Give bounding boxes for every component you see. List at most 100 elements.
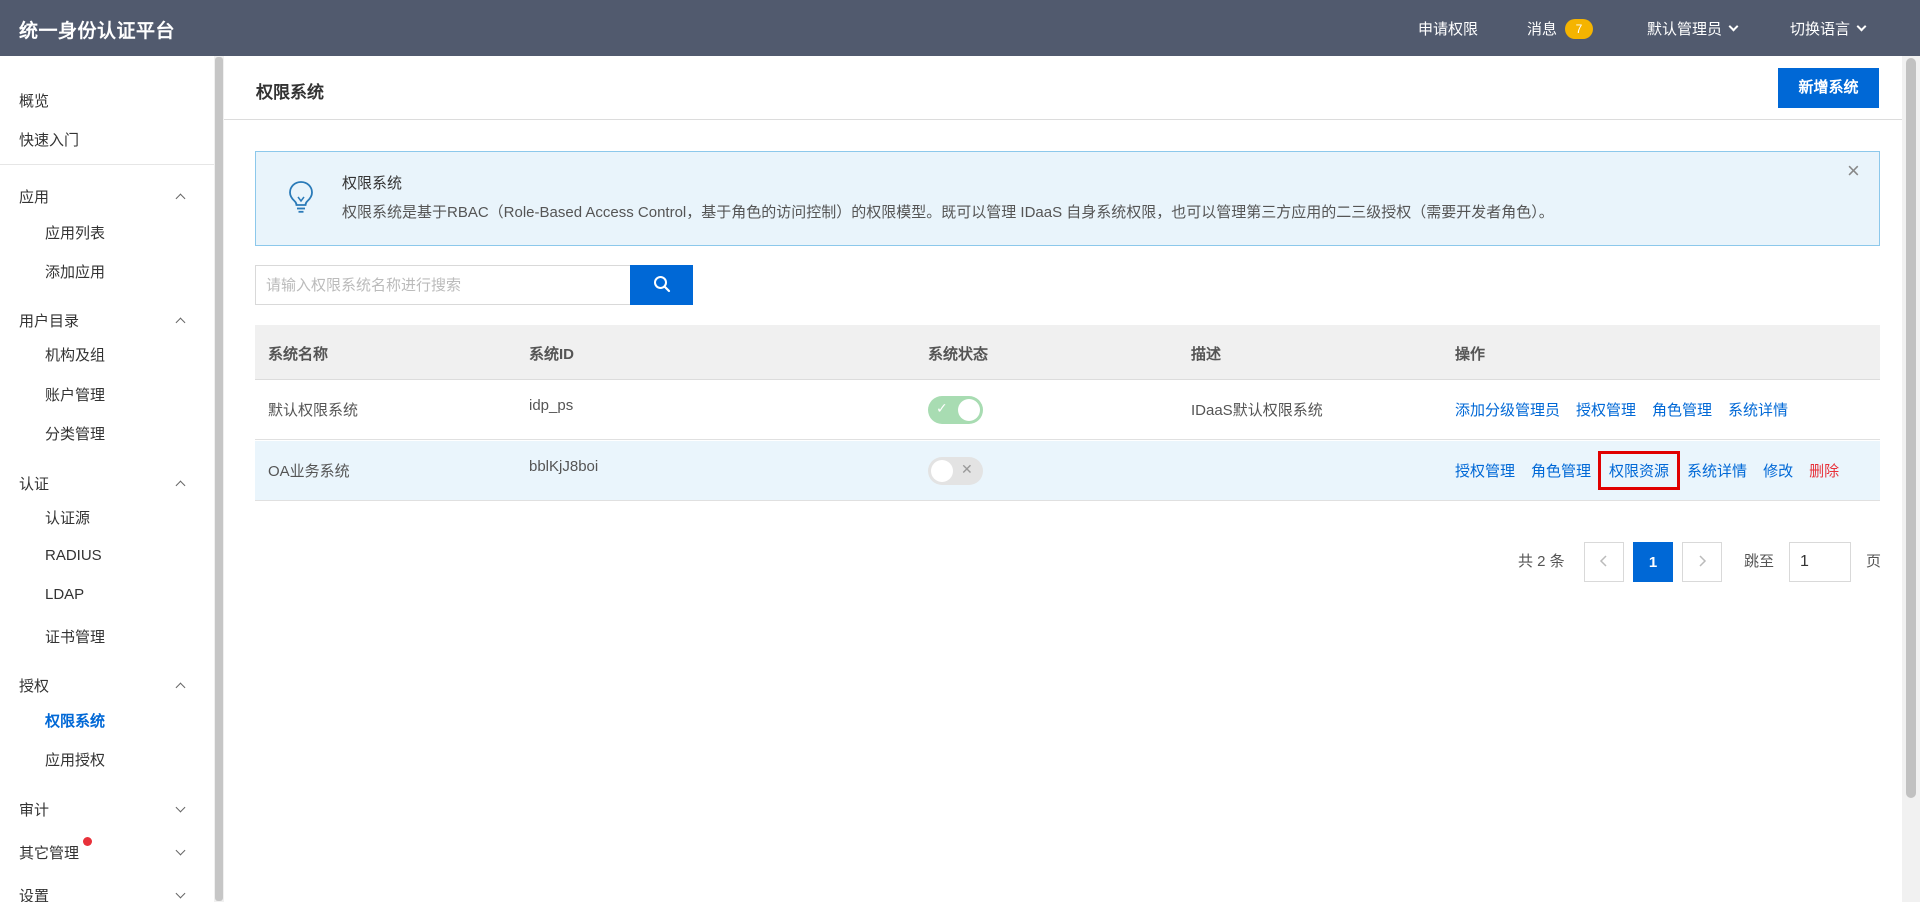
chevron-up-icon (175, 193, 186, 204)
column-header-id: 系统ID (529, 346, 575, 363)
sidebar-group-label: 应用 (19, 189, 50, 206)
table-row: OA业务系统 bblKjJ8boi ✕ 授权管理 角色管理 权限资源 系统详情 … (255, 441, 1880, 501)
system-detail-link[interactable]: 系统详情 (1687, 460, 1747, 481)
alert-title: 权限系统 (342, 175, 403, 192)
sidebar-group-label: 设置 (19, 888, 50, 902)
sidebar-group-directory[interactable]: 用户目录 (19, 310, 186, 331)
column-header-name: 系统名称 (268, 346, 329, 363)
toggle-knob (931, 460, 953, 482)
chevron-down-icon (1728, 21, 1739, 31)
jump-page-input[interactable] (1789, 542, 1851, 582)
sidebar-item-auth-source[interactable]: 认证源 (45, 507, 90, 528)
status-toggle[interactable]: ✕ (928, 457, 983, 485)
close-icon[interactable]: × (1847, 160, 1860, 182)
jump-label: 跳至 (1744, 553, 1775, 570)
sidebar-item-app-list[interactable]: 应用列表 (45, 222, 105, 243)
role-manage-link[interactable]: 角色管理 (1531, 460, 1591, 481)
sidebar-group-label: 审计 (19, 802, 50, 819)
description-cell: IDaaS默认权限系统 (1191, 402, 1323, 419)
admin-label: 默认管理员 (1647, 21, 1723, 38)
column-header-desc: 描述 (1191, 346, 1222, 363)
messages-link[interactable]: 消息 7 (1527, 18, 1594, 39)
info-alert: 权限系统 权限系统是基于RBAC（Role-Based Access Contr… (255, 151, 1880, 246)
sidebar-item-app-authorization[interactable]: 应用授权 (45, 749, 105, 770)
page-scrollbar[interactable] (1902, 56, 1920, 902)
page-title: 权限系统 (256, 83, 324, 102)
sidebar-item-quickstart[interactable]: 快速入门 (19, 129, 79, 150)
authorization-manage-link[interactable]: 授权管理 (1576, 399, 1636, 420)
lightbulb-icon (288, 180, 314, 218)
sidebar-group-label: 认证 (19, 476, 50, 493)
language-label: 切换语言 (1790, 21, 1851, 38)
chevron-right-icon (1697, 554, 1707, 571)
apply-permission-link[interactable]: 申请权限 (1418, 18, 1478, 39)
sidebar-group-label: 授权 (19, 678, 50, 695)
row-actions: 添加分级管理员 授权管理 角色管理 系统详情 (1455, 399, 1804, 420)
sidebar-item-permission-system[interactable]: 权限系统 (45, 710, 105, 731)
sidebar-group-auth[interactable]: 认证 (19, 473, 186, 494)
sidebar-item-add-app[interactable]: 添加应用 (45, 261, 105, 282)
sidebar-group-other[interactable]: 其它管理 (19, 842, 186, 863)
sidebar-group-audit[interactable]: 审计 (19, 799, 186, 820)
chevron-down-icon (1856, 21, 1867, 31)
header-divider (224, 119, 1902, 120)
add-sub-admin-link[interactable]: 添加分级管理员 (1455, 399, 1560, 420)
language-dropdown[interactable]: 切换语言 (1790, 18, 1867, 39)
authorization-manage-link[interactable]: 授权管理 (1455, 460, 1515, 481)
delete-link[interactable]: 删除 (1809, 460, 1839, 481)
chevron-up-icon (175, 480, 186, 491)
sidebar-item-certificates[interactable]: 证书管理 (45, 626, 105, 647)
messages-count-badge: 7 (1565, 18, 1594, 39)
chevron-up-icon (175, 682, 186, 693)
page-number-button[interactable]: 1 (1633, 542, 1673, 582)
status-toggle[interactable]: ✓ (928, 396, 983, 424)
column-header-ops: 操作 (1455, 346, 1486, 363)
system-name-cell: OA业务系统 (268, 463, 350, 480)
top-navbar: 统一身份认证平台 申请权限 消息 7 默认管理员 切换语言 (0, 0, 1920, 56)
brand-title: 统一身份认证平台 (19, 21, 176, 42)
sidebar-scrollbar-thumb[interactable] (215, 57, 223, 901)
sidebar-item-categories[interactable]: 分类管理 (45, 423, 105, 444)
prev-page-button[interactable] (1584, 542, 1624, 582)
row-actions: 授权管理 角色管理 权限资源 系统详情 修改 删除 (1455, 451, 1855, 490)
sidebar-group-label: 其它管理 (19, 845, 80, 862)
pagination-total: 共 2 条 (1518, 553, 1565, 570)
sidebar-item-accounts[interactable]: 账户管理 (45, 384, 105, 405)
table-row: 默认权限系统 idp_ps ✓ IDaaS默认权限系统 添加分级管理员 授权管理… (255, 380, 1880, 440)
sidebar-item-radius[interactable]: RADIUS (45, 547, 102, 564)
table-header: 系统名称 系统ID 系统状态 描述 操作 (255, 325, 1880, 380)
next-page-button[interactable] (1682, 542, 1722, 582)
page-scrollbar-thumb[interactable] (1906, 58, 1916, 798)
permission-resource-link[interactable]: 权限资源 (1598, 451, 1681, 490)
chevron-left-icon (1599, 554, 1609, 571)
sidebar: 概览 快速入门 应用 应用列表 添加应用 用户目录 机构及组 账户管理 分类管理… (0, 56, 214, 902)
search-button[interactable] (630, 265, 693, 305)
main-content: 权限系统 新增系统 权限系统 权限系统是基于RBAC（Role-Based Ac… (224, 56, 1902, 902)
sidebar-divider (0, 164, 214, 165)
chevron-down-icon (175, 888, 186, 898)
column-header-status: 系统状态 (928, 346, 989, 363)
edit-link[interactable]: 修改 (1763, 460, 1793, 481)
sidebar-item-ldap[interactable]: LDAP (45, 586, 84, 603)
sidebar-item-overview[interactable]: 概览 (19, 90, 49, 111)
sidebar-group-apps[interactable]: 应用 (19, 186, 186, 207)
toggle-knob (958, 399, 980, 421)
check-icon: ✓ (936, 400, 948, 416)
sidebar-scrollbar[interactable] (214, 56, 224, 902)
page-suffix-label: 页 (1866, 553, 1882, 570)
notification-dot (83, 837, 92, 846)
role-manage-link[interactable]: 角色管理 (1652, 399, 1712, 420)
system-name-cell: 默认权限系统 (268, 402, 359, 419)
sidebar-item-org-groups[interactable]: 机构及组 (45, 344, 105, 365)
admin-dropdown[interactable]: 默认管理员 (1647, 18, 1739, 39)
add-system-button[interactable]: 新增系统 (1778, 68, 1879, 108)
sidebar-group-settings[interactable]: 设置 (19, 885, 186, 902)
search-input[interactable] (255, 265, 632, 305)
system-id-cell: bblKjJ8boi (529, 458, 599, 475)
system-detail-link[interactable]: 系统详情 (1728, 399, 1788, 420)
alert-text: 权限系统是基于RBAC（Role-Based Access Control，基于… (342, 204, 1554, 221)
search-icon (653, 275, 671, 296)
apply-permission-label: 申请权限 (1418, 21, 1479, 38)
sidebar-group-authorization[interactable]: 授权 (19, 675, 186, 696)
close-icon: ✕ (961, 461, 973, 477)
